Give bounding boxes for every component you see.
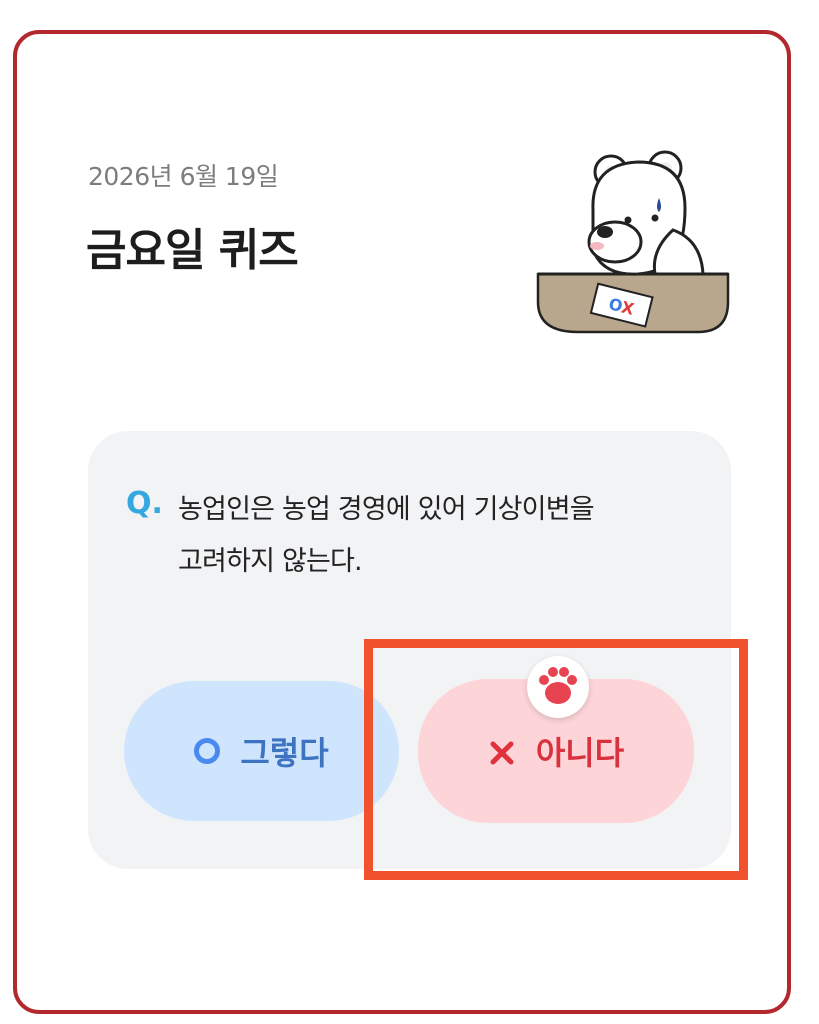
circle-o-icon	[194, 738, 221, 764]
question-line-1: 농업인은 농업 경영에 있어 기상이변을	[178, 494, 595, 525]
polar-bear-thinking-icon: OX	[533, 150, 738, 340]
quiz-date: 2026년 6월 19일	[88, 162, 279, 191]
question-line-2: 고려하지 않는다.	[178, 546, 363, 577]
page-title: 금요일 퀴즈	[86, 225, 299, 276]
question-label: Q.	[126, 486, 163, 521]
answer-yes-label: 그렇다	[240, 734, 329, 772]
answer-yes-button[interactable]: 그렇다	[124, 681, 399, 821]
question-text: 농업인은 농업 경영에 있어 기상이변을 고려하지 않는다.	[178, 484, 648, 588]
selection-highlight	[364, 639, 748, 880]
